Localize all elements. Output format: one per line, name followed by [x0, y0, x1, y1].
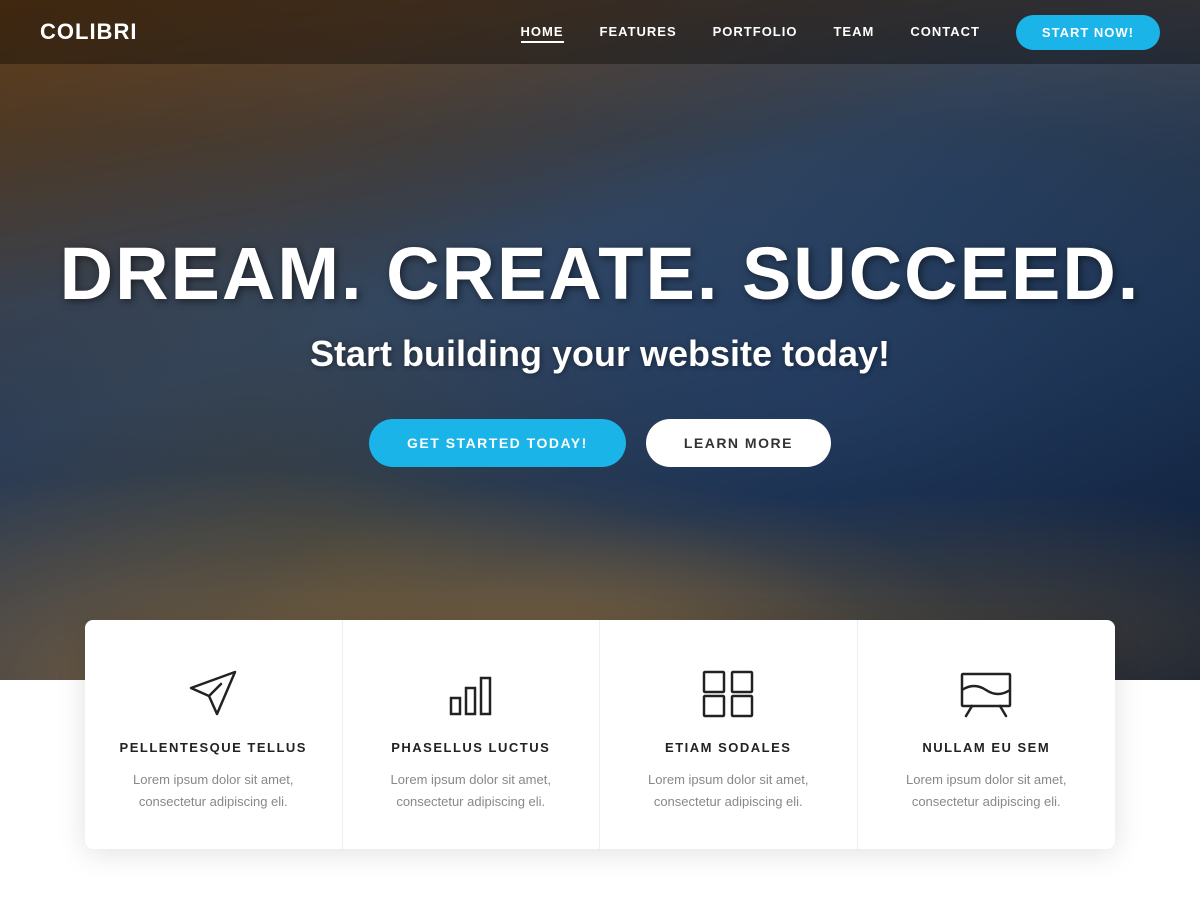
- brand-logo[interactable]: COLIBRI: [40, 19, 137, 45]
- hero-subtitle: Start building your website today!: [60, 333, 1141, 375]
- get-started-button[interactable]: GET STARTED TODAY!: [369, 419, 626, 467]
- nav-item-home[interactable]: HOME: [521, 23, 564, 41]
- start-now-button[interactable]: START NOW!: [1016, 15, 1160, 50]
- feature-item-4: NULLAM EU SEM Lorem ipsum dolor sit amet…: [858, 620, 1116, 849]
- hero-buttons: GET STARTED TODAY! LEARN MORE: [60, 419, 1141, 467]
- nav-cta[interactable]: START NOW!: [1016, 15, 1160, 50]
- feature-desc-4: Lorem ipsum dolor sit amet, consectetur …: [886, 769, 1088, 813]
- boxes-icon: [628, 668, 829, 720]
- feature-title-3: ETIAM SODALES: [628, 740, 829, 755]
- feature-desc-3: Lorem ipsum dolor sit amet, consectetur …: [628, 769, 829, 813]
- features-section: PELLENTESQUE TELLUS Lorem ipsum dolor si…: [85, 620, 1115, 849]
- nav-item-features[interactable]: FEATURES: [600, 23, 677, 41]
- hero-section: DREAM. CREATE. SUCCEED. Start building y…: [0, 0, 1200, 680]
- feature-item-2: PHASELLUS LUCTUS Lorem ipsum dolor sit a…: [343, 620, 601, 849]
- paper-plane-icon: [113, 668, 314, 720]
- feature-item-1: PELLENTESQUE TELLUS Lorem ipsum dolor si…: [85, 620, 343, 849]
- navbar: COLIBRI HOME FEATURES PORTFOLIO TEAM CON…: [0, 0, 1200, 64]
- feature-title-2: PHASELLUS LUCTUS: [371, 740, 572, 755]
- feature-desc-2: Lorem ipsum dolor sit amet, consectetur …: [371, 769, 572, 813]
- hero-content: DREAM. CREATE. SUCCEED. Start building y…: [60, 233, 1141, 466]
- nav-item-team[interactable]: TEAM: [833, 23, 874, 41]
- chart-line-icon: [886, 668, 1088, 720]
- feature-desc-1: Lorem ipsum dolor sit amet, consectetur …: [113, 769, 314, 813]
- hero-title: DREAM. CREATE. SUCCEED.: [60, 233, 1141, 314]
- learn-more-button[interactable]: LEARN MORE: [646, 419, 831, 467]
- bar-chart-icon: [371, 668, 572, 720]
- nav-item-contact[interactable]: CONTACT: [910, 23, 980, 41]
- nav-links: HOME FEATURES PORTFOLIO TEAM CONTACT STA…: [521, 15, 1160, 50]
- nav-item-portfolio[interactable]: PORTFOLIO: [713, 23, 798, 41]
- feature-title-4: NULLAM EU SEM: [886, 740, 1088, 755]
- feature-item-3: ETIAM SODALES Lorem ipsum dolor sit amet…: [600, 620, 858, 849]
- feature-title-1: PELLENTESQUE TELLUS: [113, 740, 314, 755]
